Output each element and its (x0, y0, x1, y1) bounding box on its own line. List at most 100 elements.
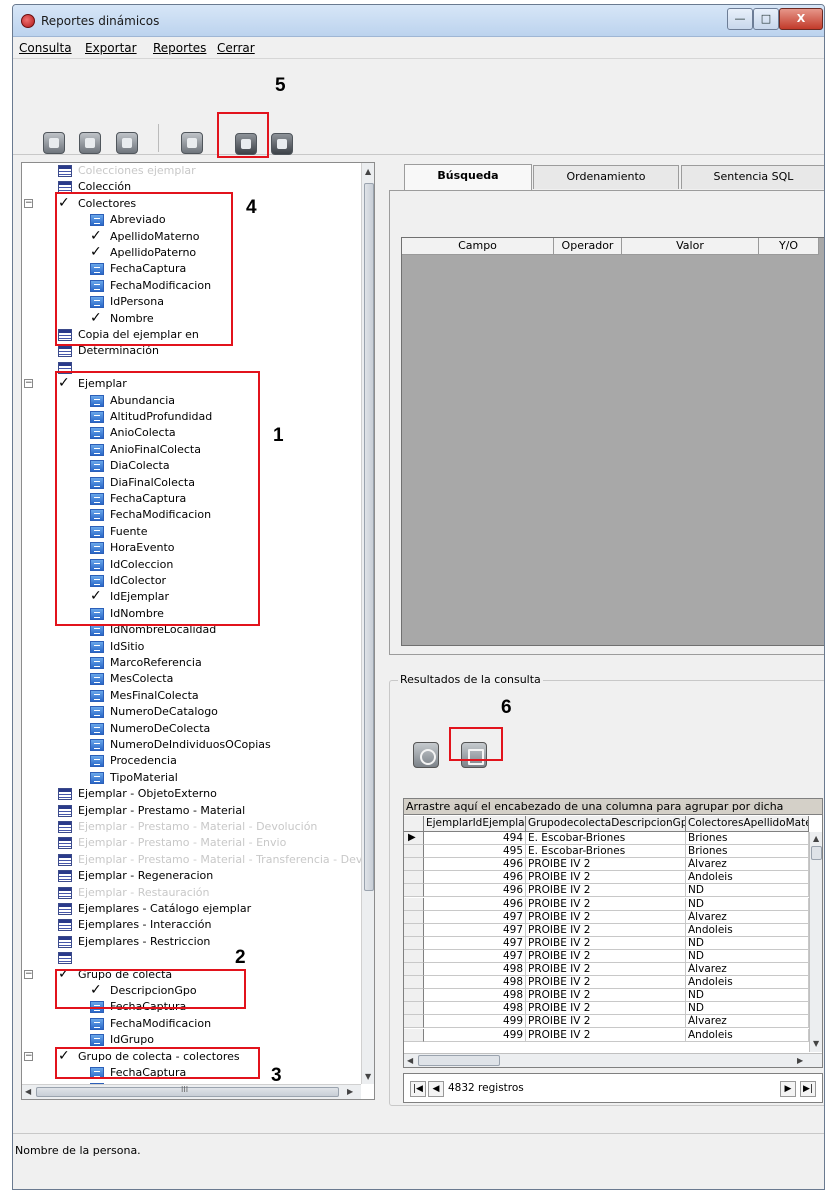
column-header-valor[interactable]: Valor (622, 238, 759, 255)
menu-consulta[interactable]: Consulta (19, 41, 72, 55)
minimize-button[interactable]: — (727, 8, 753, 30)
close-button[interactable]: X (779, 8, 823, 30)
save-as-query-button[interactable] (116, 132, 138, 154)
column-header-apellidomaterno[interactable]: ColectoresApellidoMatern (686, 816, 809, 832)
scroll-right-icon[interactable]: ▶ (347, 1087, 353, 1096)
tab-busqueda[interactable]: Búsqueda (404, 164, 532, 190)
tree-node[interactable]: TipoMaterial (22, 770, 360, 786)
column-header-idejemplar[interactable]: EjemplarIdEjemplar (424, 816, 526, 832)
tree-vertical-scrollbar[interactable]: ▲ ▼ (361, 163, 374, 1084)
results-grid[interactable]: Arrastre aquí el encabezado de una colum… (403, 798, 823, 1068)
scroll-up-icon[interactable]: ▲ (365, 167, 371, 176)
first-record-icon[interactable]: |◀ (410, 1081, 426, 1097)
results-scroll-thumb[interactable] (811, 846, 822, 860)
tree-horizontal-scrollbar[interactable]: ◀ III ▶ (22, 1084, 361, 1099)
tree-node[interactable]: Ejemplar - Prestamo - Material (22, 803, 360, 819)
scroll-down-icon[interactable]: ▼ (365, 1072, 371, 1081)
results-horizontal-scrollbar[interactable]: ◀ ▶ (404, 1053, 822, 1067)
table-row[interactable]: 499 PROIBE IV 2 Álvarez (404, 1015, 809, 1029)
results-vertical-scrollbar[interactable]: ▲ ▼ (809, 832, 822, 1052)
row-selector[interactable] (404, 858, 424, 872)
row-selector[interactable] (404, 871, 424, 885)
next-record-icon[interactable]: ▶ (780, 1081, 796, 1097)
tab-sentencia-sql[interactable]: Sentencia SQL (681, 165, 824, 189)
report-button[interactable] (181, 132, 203, 154)
row-selector[interactable]: ▶ (404, 832, 424, 845)
tree-node[interactable]: Ejemplares - Restriccion (22, 934, 360, 950)
tree-node[interactable]: Ejemplar - Prestamo - Material - Devoluc… (22, 819, 360, 835)
tree-node[interactable]: NumeroDeCatalogo (22, 704, 360, 720)
results-hscroll-thumb[interactable] (418, 1055, 500, 1066)
tree-node[interactable]: Ejemplar - Prestamo - Material - Envio (22, 835, 360, 851)
row-selector[interactable] (404, 949, 424, 963)
open-query-button[interactable] (43, 132, 65, 154)
tree-node[interactable]: Ejemplares - Interacción (22, 917, 360, 933)
row-selector[interactable] (404, 845, 424, 859)
row-selector[interactable] (404, 989, 424, 1003)
group-by-panel[interactable]: Arrastre aquí el encabezado de una colum… (404, 799, 822, 828)
preview-report-button[interactable] (413, 742, 439, 768)
collapse-toggle-icon[interactable]: − (24, 198, 33, 208)
table-row[interactable]: 496 PROIBE IV 2 Andoleis (404, 871, 809, 885)
tree-node[interactable]: MarcoReferencia (22, 655, 360, 671)
tree-node[interactable]: NumeroDeIndividuosOCopias (22, 737, 360, 753)
table-row[interactable]: 499 PROIBE IV 2 Andoleis (404, 1028, 809, 1042)
table-row[interactable]: 497 PROIBE IV 2 ND (404, 949, 809, 963)
table-row[interactable]: 497 PROIBE IV 2 ND (404, 936, 809, 950)
tree-node[interactable]: Ejemplar - ObjetoExterno (22, 786, 360, 802)
maximize-button[interactable]: □ (753, 8, 779, 30)
table-row[interactable]: 498 PROIBE IV 2 Álvarez (404, 963, 809, 976)
tree-node[interactable]: Ejemplar - Restauración (22, 885, 360, 901)
table-row[interactable]: 497 PROIBE IV 2 Andoleis (404, 923, 809, 937)
results-scroll-down-icon[interactable]: ▼ (813, 1039, 819, 1048)
table-row[interactable]: 498 PROIBE IV 2 ND (404, 989, 809, 1003)
results-scroll-up-icon[interactable]: ▲ (813, 834, 819, 843)
collapse-toggle-icon[interactable]: − (24, 379, 33, 389)
tree-node[interactable]: IdGrupo (22, 1032, 360, 1048)
tree-node[interactable]: MesFinalColecta (22, 688, 360, 704)
menu-reportes[interactable]: Reportes (153, 41, 206, 55)
tree-node[interactable]: Ejemplares - Catálogo ejemplar (22, 901, 360, 917)
scroll-left-icon[interactable]: ◀ (25, 1087, 31, 1096)
menu-cerrar[interactable]: Cerrar (217, 41, 255, 55)
row-selector[interactable] (404, 936, 424, 950)
tree-scroll-thumb[interactable] (364, 183, 374, 891)
table-row[interactable]: 496 PROIBE IV 2 ND (404, 884, 809, 898)
row-selector[interactable] (404, 1002, 424, 1016)
tree-node[interactable]: MesColecta (22, 671, 360, 687)
row-selector[interactable] (404, 884, 424, 898)
collapse-toggle-icon[interactable]: − (24, 1051, 33, 1061)
row-selector[interactable] (404, 1028, 424, 1042)
row-selector[interactable] (404, 923, 424, 937)
table-row[interactable]: 495 E. Escobar-Briones Briones (404, 845, 809, 859)
title-bar[interactable]: Reportes dinámicos — □ X (13, 5, 824, 37)
tree-node[interactable]: Ejemplar - Prestamo - Material - Transfe… (22, 852, 374, 868)
tree-node[interactable]: FechaModificacion (22, 1016, 360, 1032)
table-row[interactable]: 498 PROIBE IV 2 Andoleis (404, 976, 809, 990)
results-scroll-left-icon[interactable]: ◀ (407, 1056, 413, 1065)
column-header-descripciongpo[interactable]: GrupodecolectaDescripcionGpo (526, 816, 686, 832)
column-header-operador[interactable]: Operador (554, 238, 622, 255)
tree-node[interactable] (22, 950, 360, 966)
criteria-grid[interactable]: Campo Operador Valor Y/O (401, 237, 824, 646)
row-selector[interactable] (404, 1015, 424, 1029)
tree-node[interactable]: NumeroDeColecta (22, 721, 360, 737)
table-row[interactable]: 496 PROIBE IV 2 Álvarez (404, 858, 809, 872)
tree-node[interactable]: Colecciones ejemplar (22, 163, 360, 179)
row-selector[interactable] (404, 963, 424, 976)
save-query-button[interactable] (79, 132, 101, 154)
tree-hscroll-thumb[interactable]: III (36, 1085, 339, 1097)
collapse-toggle-icon[interactable]: − (24, 969, 33, 979)
row-selector[interactable] (404, 976, 424, 990)
table-row[interactable]: 496 PROIBE IV 2 ND (404, 897, 809, 911)
row-selector[interactable] (404, 897, 424, 911)
table-row[interactable]: ▶ 494 E. Escobar-Briones Briones (404, 832, 809, 845)
table-row[interactable]: 497 PROIBE IV 2 Álvarez (404, 910, 809, 924)
column-header-campo[interactable]: Campo (402, 238, 554, 255)
tab-ordenamiento[interactable]: Ordenamiento (533, 165, 679, 189)
column-header-y-o[interactable]: Y/O (759, 238, 819, 255)
table-row[interactable]: 498 PROIBE IV 2 ND (404, 1002, 809, 1016)
previous-record-icon[interactable]: ◀ (428, 1081, 444, 1097)
tree-node[interactable]: Ejemplar - Regeneracion (22, 868, 360, 884)
exit-button[interactable] (271, 133, 293, 155)
